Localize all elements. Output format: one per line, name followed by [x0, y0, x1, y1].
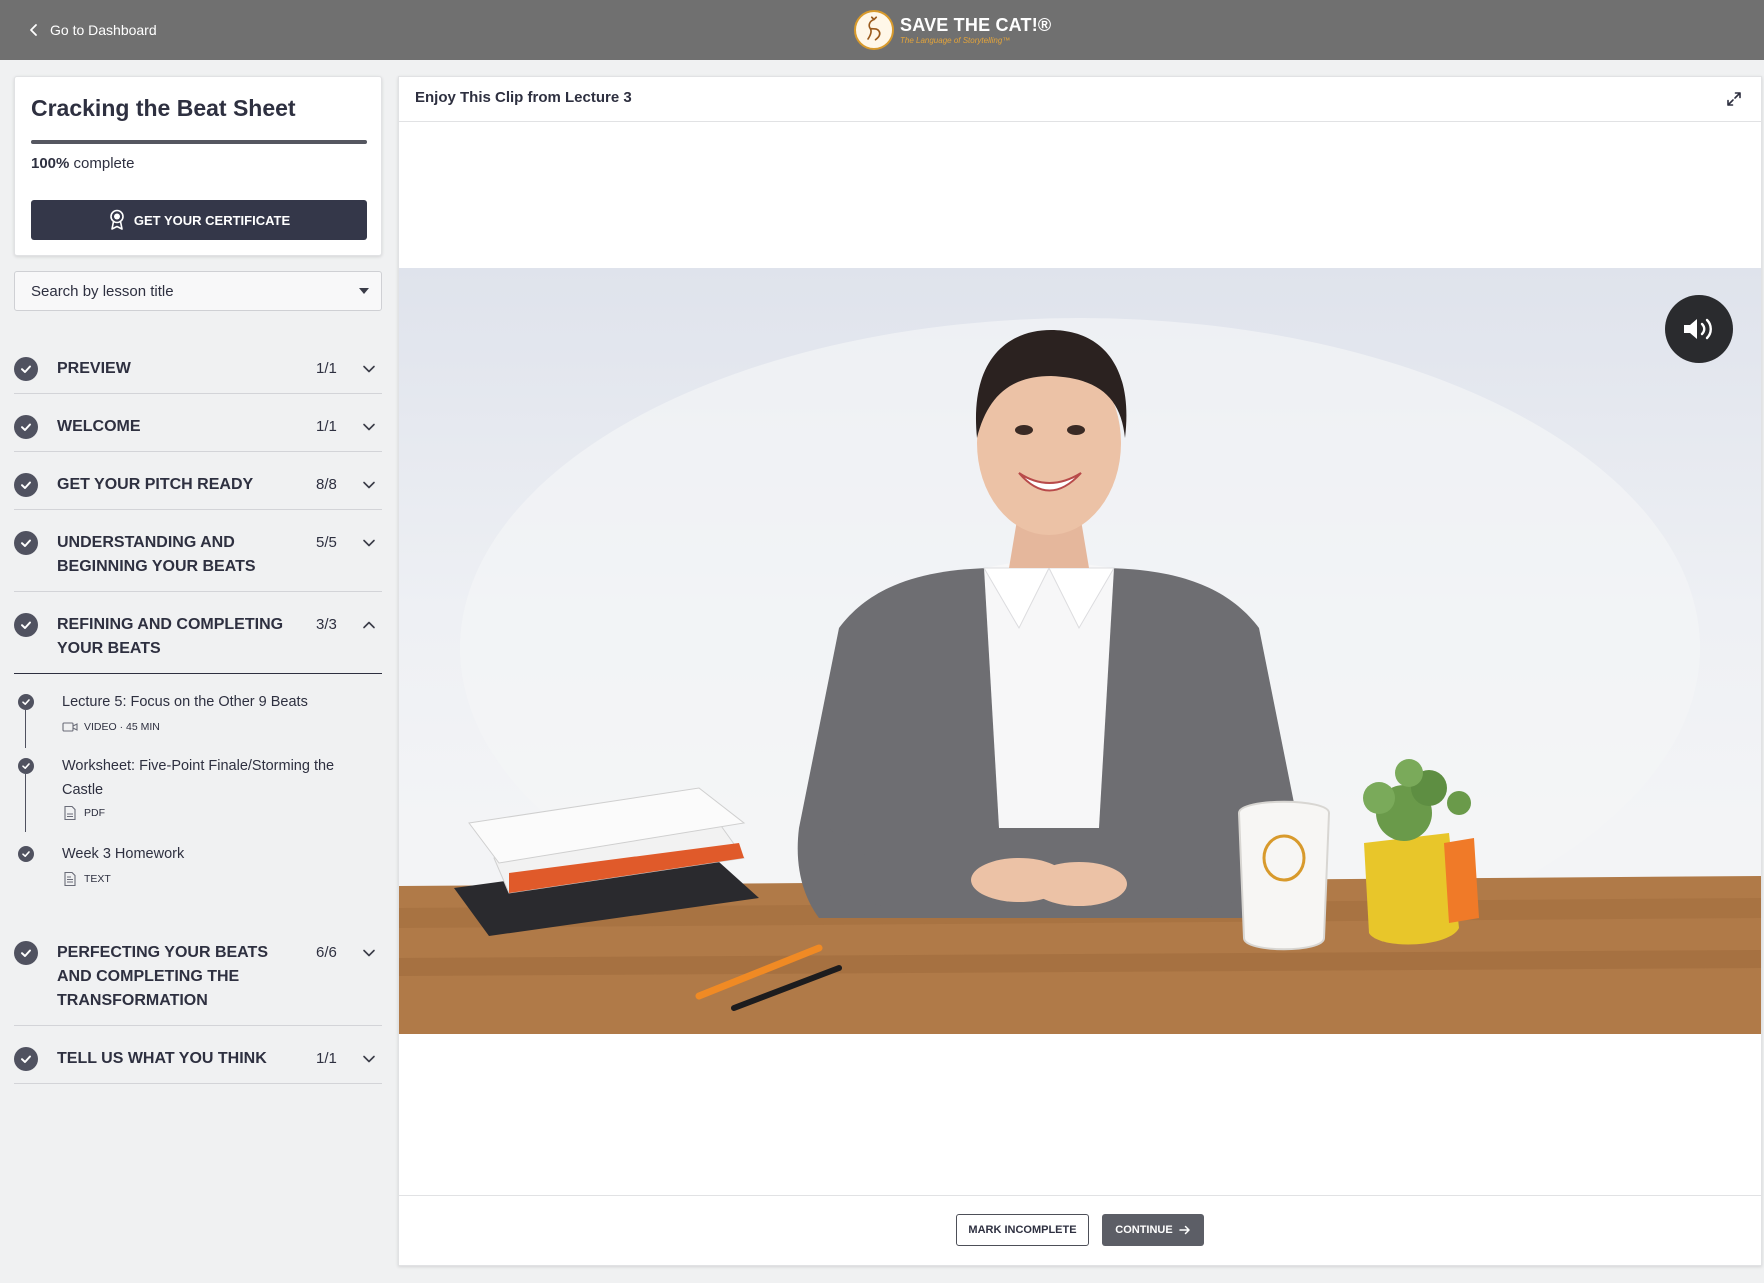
section-title: UNDERSTANDING AND BEGINNING YOUR BEATS	[57, 534, 256, 575]
lesson-list: Lecture 5: Focus on the Other 9 Beats VI…	[14, 674, 382, 920]
lesson-header: Enjoy This Clip from Lecture 3	[399, 77, 1761, 122]
chevron-down-icon	[363, 949, 375, 957]
section-list: PREVIEW 1/1 WELCOME 1/1 GET YOUR PITCH R…	[14, 336, 382, 1084]
section-title: PREVIEW	[57, 360, 131, 377]
section-get-your-pitch-ready[interactable]: GET YOUR PITCH READY 8/8	[14, 452, 382, 510]
top-bar: Go to Dashboard SAVE THE CAT!® The Langu…	[0, 0, 1764, 60]
section-count: 1/1	[316, 418, 337, 435]
check-circle-icon	[14, 415, 38, 439]
lesson-title: Lecture 5: Focus on the Other 9 Beats	[62, 694, 308, 710]
lesson-meta-text: TEXT	[84, 873, 111, 885]
lesson-title-heading: Enjoy This Clip from Lecture 3	[415, 89, 632, 106]
lesson-meta-text: VIDEO · 45 MIN	[84, 721, 160, 733]
section-count: 5/5	[316, 534, 337, 551]
lesson-meta: TEXT	[62, 872, 111, 886]
chevron-down-icon	[363, 365, 375, 373]
progress-value: 100%	[31, 155, 70, 172]
check-circle-icon	[18, 846, 34, 862]
video-player[interactable]	[399, 268, 1761, 1034]
lesson-title: Worksheet: Five-Point Finale/Storming th…	[62, 758, 335, 798]
section-count: 3/3	[316, 616, 337, 633]
continue-label: CONTINUE	[1115, 1224, 1173, 1236]
chevron-down-icon	[363, 423, 375, 431]
section-preview[interactable]: PREVIEW 1/1	[14, 336, 382, 394]
video-icon	[62, 722, 78, 732]
check-circle-icon	[14, 1047, 38, 1071]
get-certificate-label: GET YOUR CERTIFICATE	[133, 212, 291, 228]
lesson-search-select[interactable]: Search by lesson title	[14, 271, 382, 311]
course-progress-card: Cracking the Beat Sheet 100% complete GE…	[14, 76, 382, 256]
course-title: Cracking the Beat Sheet	[31, 95, 296, 121]
section-perfecting-your-beats[interactable]: PERFECTING YOUR BEATS AND COMPLETING THE…	[14, 920, 382, 1026]
go-to-dashboard-label: Go to Dashboard	[50, 22, 157, 38]
section-tell-us-what-you-think[interactable]: TELL US WHAT YOU THINK 1/1	[14, 1026, 382, 1084]
section-count: 6/6	[316, 944, 337, 961]
section-count: 1/1	[316, 1050, 337, 1067]
progress-text: 100% complete	[31, 155, 134, 172]
lesson-item-worksheet[interactable]: Worksheet: Five-Point Finale/Storming th…	[14, 754, 382, 826]
chevron-down-icon	[363, 481, 375, 489]
section-title: WELCOME	[57, 418, 141, 435]
check-circle-icon	[18, 758, 34, 774]
text-doc-icon	[64, 872, 76, 886]
progress-bar	[31, 140, 367, 144]
check-circle-icon	[14, 357, 38, 381]
check-circle-icon	[14, 531, 38, 555]
expand-icon[interactable]	[1725, 90, 1743, 108]
logo-subtitle: The Language of Storytelling™	[900, 35, 1011, 45]
section-refining-and-completing[interactable]: REFINING AND COMPLETING YOUR BEATS 3/3	[14, 592, 382, 674]
check-circle-icon	[14, 473, 38, 497]
lesson-content-panel: Enjoy This Clip from Lecture 3 MARK INCO…	[398, 76, 1762, 1266]
caret-down-icon	[359, 288, 369, 294]
progress-bar-fill	[31, 140, 367, 144]
lesson-title: Week 3 Homework	[62, 846, 185, 862]
section-title: REFINING AND COMPLETING YOUR BEATS	[57, 616, 284, 657]
check-circle-icon	[14, 613, 38, 637]
section-title: TELL US WHAT YOU THINK	[57, 1050, 267, 1067]
section-count: 1/1	[316, 360, 337, 377]
section-count: 8/8	[316, 476, 337, 493]
volume-icon	[1684, 318, 1712, 340]
video-frame-illustration	[399, 318, 1761, 1034]
lesson-meta-text: PDF	[84, 807, 105, 819]
site-logo[interactable]: SAVE THE CAT!® The Language of Storytell…	[854, 8, 1051, 52]
lesson-footer: MARK INCOMPLETE CONTINUE	[399, 1195, 1761, 1265]
section-title: GET YOUR PITCH READY	[57, 476, 254, 493]
section-title: PERFECTING YOUR BEATS AND COMPLETING THE…	[57, 944, 268, 1009]
award-ribbon-icon	[110, 209, 124, 230]
check-circle-icon	[18, 694, 34, 710]
chevron-down-icon	[363, 539, 375, 547]
lesson-meta: VIDEO · 45 MIN	[62, 720, 160, 734]
chevron-left-icon	[30, 24, 37, 36]
mark-incomplete-button[interactable]: MARK INCOMPLETE	[956, 1214, 1089, 1246]
arrow-right-icon	[1178, 1225, 1190, 1235]
lesson-item-week-3-homework[interactable]: Week 3 Homework TEXT	[14, 842, 382, 892]
course-sidebar: Cracking the Beat Sheet 100% complete GE…	[14, 76, 382, 1084]
pdf-icon	[64, 806, 76, 820]
get-certificate-button[interactable]: GET YOUR CERTIFICATE	[31, 200, 367, 240]
section-understanding-and-beginning[interactable]: UNDERSTANDING AND BEGINNING YOUR BEATS 5…	[14, 510, 382, 592]
progress-suffix: complete	[69, 155, 135, 172]
lesson-item-lecture-5[interactable]: Lecture 5: Focus on the Other 9 Beats VI…	[14, 690, 382, 740]
lesson-search-placeholder: Search by lesson title	[31, 282, 174, 300]
volume-button[interactable]	[1665, 295, 1733, 363]
section-welcome[interactable]: WELCOME 1/1	[14, 394, 382, 452]
lesson-meta: PDF	[62, 806, 105, 820]
continue-button[interactable]: CONTINUE	[1102, 1214, 1204, 1246]
go-to-dashboard-link[interactable]: Go to Dashboard	[28, 19, 157, 41]
logo-title: SAVE THE CAT!®	[900, 14, 1052, 35]
chevron-up-icon	[363, 621, 375, 629]
cat-logo-icon	[854, 10, 894, 50]
check-circle-icon	[14, 941, 38, 965]
chevron-down-icon	[363, 1055, 375, 1063]
